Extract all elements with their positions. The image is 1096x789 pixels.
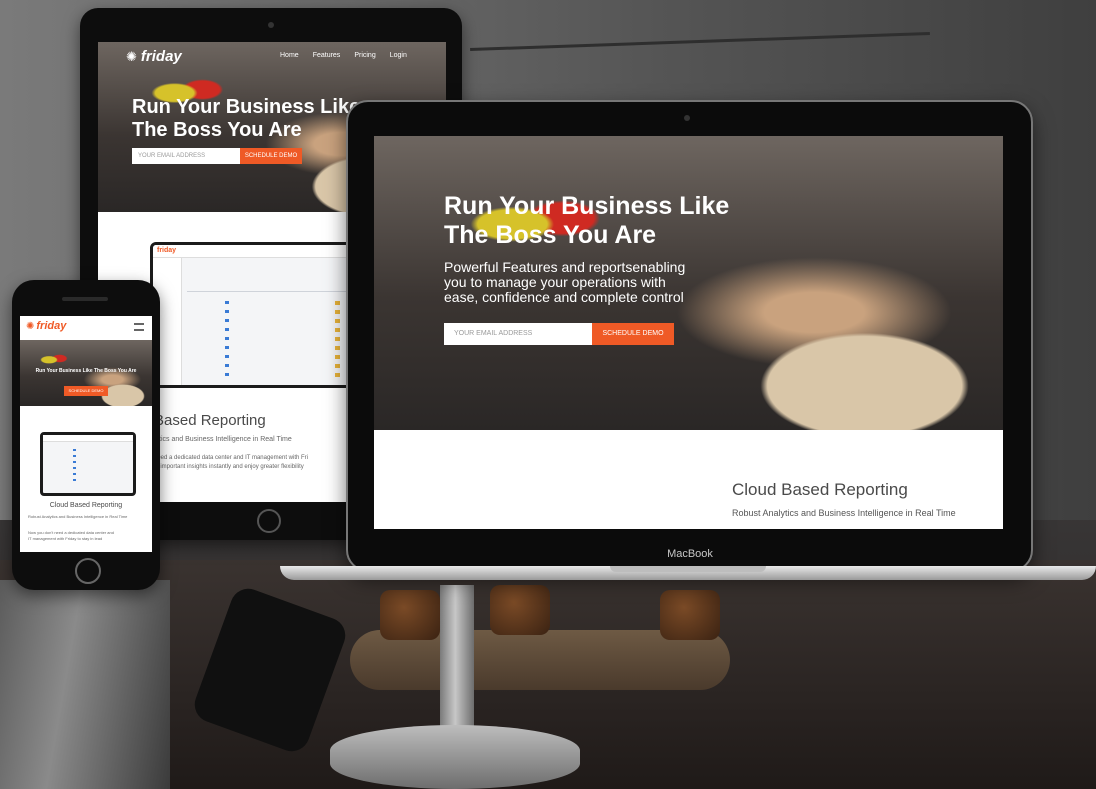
dashboard-badge-column — [335, 301, 340, 381]
laptop-brand-label: MacBook — [667, 548, 713, 560]
tablet-body-line2: st important insights instantly and enjo… — [154, 464, 304, 470]
phone-screen: ✺ friday Run Your Business Like The Boss… — [20, 316, 152, 552]
tablet-home-button[interactable] — [257, 509, 281, 533]
tablet-nav: Home Features Pricing Login — [280, 52, 407, 59]
background-stand-base — [330, 725, 580, 789]
tablet-section-subtitle: lytics and Business Intelligence in Real… — [154, 436, 292, 443]
tablet-headline-line2: The Boss You Are — [132, 119, 302, 141]
tablet-email-input[interactable]: YOUR EMAIL ADDRESS — [132, 148, 240, 164]
nav-pricing[interactable]: Pricing — [354, 52, 375, 59]
background-pastry — [380, 590, 440, 640]
phone-logo-text: friday — [36, 320, 67, 332]
phone-section-title: Cloud Based Reporting — [49, 502, 123, 509]
nav-home[interactable]: Home — [280, 52, 299, 59]
nav-features[interactable]: Features — [313, 52, 341, 59]
laptop-section-title: Cloud Based Reporting — [732, 480, 908, 499]
tablet-camera — [268, 22, 274, 28]
phone-headline: Run Your Business Like The Boss You Are — [35, 368, 137, 374]
laptop-subtext-line3: ease, confidence and complete control — [444, 289, 684, 305]
phone-dashboard-topbar — [43, 435, 133, 442]
tablet-schedule-demo-button[interactable]: SCHEDULE DEMO — [240, 148, 302, 164]
laptop-headline-line1: Run Your Business Like — [444, 192, 730, 220]
phone-section-subtitle: Robust Analytics and Business Intelligen… — [28, 514, 128, 519]
background-pastry — [660, 590, 720, 640]
dashboard-status-column — [225, 301, 229, 381]
tablet-body-text: need a dedicated data center and IT mana… — [154, 454, 308, 472]
laptop-subtext: Powerful Features and reportsenabling yo… — [444, 260, 685, 305]
tablet-logo-text: friday — [140, 48, 182, 65]
dashboard-table-header — [187, 291, 347, 292]
phone-body-line2: IT management with Friday to stay in lea… — [28, 536, 103, 541]
nav-login[interactable]: Login — [390, 52, 407, 59]
laptop-section-subtitle: Robust Analytics and Business Intelligen… — [732, 508, 956, 518]
dashboard-topbar — [153, 245, 353, 258]
tablet-headline-line1: Run Your Business Like — [132, 96, 361, 118]
tablet-dashboard-mockup: friday — [150, 242, 356, 388]
laptop-headline: Run Your Business Like The Boss You Are — [444, 192, 729, 250]
phone-body-text: Now you don't need a dedicated data cent… — [28, 530, 144, 542]
laptop-headline-line2: The Boss You Are — [444, 221, 657, 249]
sun-logo-icon: ✺ — [126, 48, 137, 64]
phone-dashboard-mockup — [40, 432, 136, 496]
dashboard-logo: friday — [157, 247, 177, 254]
tablet-section-title: Based Reporting — [154, 412, 266, 429]
laptop-subtext-line2: you to manage your operations with — [444, 274, 666, 290]
laptop-notch — [610, 566, 766, 572]
phone-schedule-demo-button[interactable]: SCHEDULE DEMO — [64, 386, 108, 396]
tablet-logo[interactable]: ✺ friday — [126, 48, 182, 65]
tablet-headline: Run Your Business Like The Boss You Are — [132, 96, 360, 142]
laptop-subtext-line1: Powerful Features and reportsenabling — [444, 259, 686, 275]
background-pos-stand — [0, 580, 170, 789]
laptop-screen: Run Your Business Like The Boss You Are … — [374, 136, 1003, 529]
phone-home-button[interactable] — [75, 558, 101, 584]
phone-dashboard-status-column — [73, 449, 76, 485]
laptop-email-input[interactable]: YOUR EMAIL ADDRESS — [444, 323, 592, 345]
sun-logo-icon: ✺ — [26, 320, 35, 332]
background-pastry — [490, 585, 550, 635]
phone-logo[interactable]: ✺ friday — [26, 320, 66, 332]
phone-speaker — [62, 297, 108, 301]
laptop-schedule-demo-button[interactable]: SCHEDULE DEMO — [592, 323, 674, 345]
hamburger-menu-icon[interactable] — [134, 323, 144, 331]
tablet-body-line1: need a dedicated data center and IT mana… — [154, 455, 308, 461]
laptop-camera — [684, 115, 690, 121]
